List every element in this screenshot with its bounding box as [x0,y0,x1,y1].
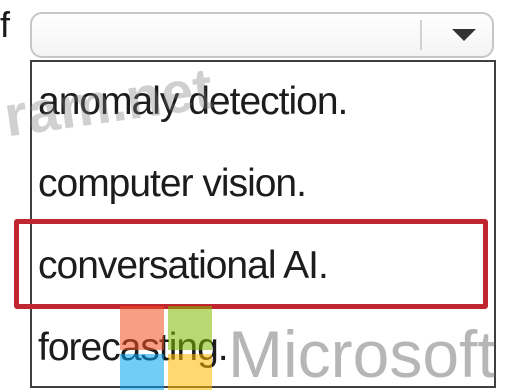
option-label: anomaly detection. [38,80,348,123]
answer-dropdown[interactable] [30,12,494,58]
option-label: conversational AI. [38,244,329,287]
screenshot-stage: f anomaly detection. computer vision. co… [0,0,531,390]
prompt-text-fragment: f [0,4,11,45]
dropdown-option-anomaly-detection[interactable]: anomaly detection. [32,62,494,144]
dropdown-options-list: anomaly detection. computer vision. conv… [30,60,496,388]
dropdown-option-forecasting[interactable]: forecasting. [32,308,494,390]
dropdown-divider [420,20,422,50]
chevron-down-icon[interactable] [452,29,476,41]
dropdown-option-conversational-ai[interactable]: conversational AI. [32,226,494,308]
dropdown-option-computer-vision[interactable]: computer vision. [32,144,494,226]
option-label: computer vision. [38,162,307,205]
option-label: forecasting. [38,326,229,369]
